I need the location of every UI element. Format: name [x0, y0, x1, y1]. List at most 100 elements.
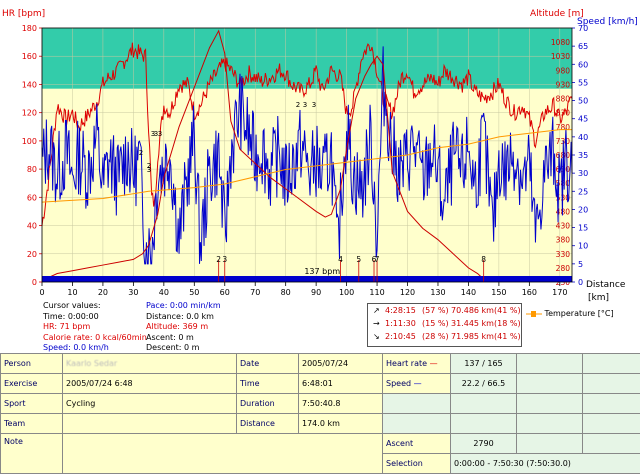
exercise-info-table: Person Kaarlo Sedar Date 2005/07/24 Hear…	[0, 353, 640, 474]
hr-tick-label: 0	[32, 278, 37, 287]
hr-tick-label: 60	[27, 193, 37, 202]
empty-cell	[517, 414, 583, 434]
hrm-chart[interactable]: 0102030405060708090100110120130140150160…	[0, 0, 640, 352]
stats-time: 2:10:45	[385, 332, 416, 341]
person-value[interactable]: Kaarlo Sedar	[63, 354, 237, 374]
speed-line-icon: —	[414, 379, 422, 388]
chart-area[interactable]: HR [bpm] Altitude [m] Speed [km/h] Dista…	[0, 0, 640, 352]
speed-tick-label: 15	[578, 224, 588, 233]
hr-tick-label: 20	[27, 250, 37, 259]
x-tick-label: 70	[250, 288, 260, 297]
altitude-tick-label: 430	[556, 222, 571, 231]
cursor-distance: Distance: 0.0 km	[146, 312, 221, 323]
altitude-tick-label: 280	[556, 264, 571, 273]
x-tick-label: 40	[159, 288, 169, 297]
empty-cell	[383, 394, 451, 414]
x-tick-label: 90	[311, 288, 321, 297]
time-value[interactable]: 6:48:01	[299, 374, 383, 394]
stats-dpct: (41 %)	[494, 306, 521, 315]
sport-value[interactable]: Cycling	[63, 394, 237, 414]
speed-label: Speed —	[383, 374, 451, 394]
empty-cell	[517, 434, 583, 454]
empty-cell	[517, 374, 583, 394]
stats-row-down: ↘ 2:10:45 (28 %) 71.985 km (41 %)	[368, 332, 521, 345]
hr-line-icon: —	[430, 359, 438, 368]
lap-marker-label: 7	[375, 255, 380, 264]
cursor-ascent: Ascent: 0 m	[146, 333, 221, 344]
speed-tick-label: 35	[578, 151, 588, 160]
range-label: 2	[139, 149, 143, 157]
x-tick-label: 160	[522, 288, 537, 297]
stats-row-flat: → 1:11:30 (15 %) 31.445 km (18 %)	[368, 319, 521, 332]
temperature-legend: Temperature [°C]	[526, 309, 614, 318]
temperature-legend-label: Temperature [°C]	[545, 309, 614, 318]
x-tick-label: 100	[339, 288, 354, 297]
cursor-calorie: Calorie rate: 0 kcal/60min	[43, 333, 147, 344]
cursor-descent: Descent: 0 m	[146, 343, 221, 354]
exercise-value[interactable]: 2005/07/24 6:48	[63, 374, 237, 394]
x-tick-label: 0	[39, 288, 44, 297]
speed-tick-label: 65	[578, 42, 588, 51]
speed-tick-label: 70	[578, 24, 588, 33]
altitude-tick-label: 1080	[551, 38, 570, 47]
altitude-tick-label: 930	[556, 80, 571, 89]
hr-label-text: Heart rate	[386, 359, 427, 368]
lap-marker-label: 2	[216, 255, 221, 264]
date-label: Date	[237, 354, 299, 374]
stats-pct: (15 %)	[422, 319, 449, 328]
altitude-tick-label: 330	[556, 250, 571, 259]
altitude-tick-label: 980	[556, 66, 571, 75]
cursor-altitude: Altitude: 369 m	[146, 322, 221, 333]
range-label: 3	[312, 101, 316, 109]
cursor-speed: Speed: 0.0 km/h	[43, 343, 147, 354]
stats-dist: 71.985 km	[451, 332, 494, 341]
x-tick-label: 80	[281, 288, 291, 297]
stats-time: 1:11:30	[385, 319, 416, 328]
hr-label: Heart rate —	[383, 354, 451, 374]
empty-cell	[451, 414, 517, 434]
empty-cell	[517, 394, 583, 414]
stats-row-up: ↗ 4:28:15 (57 %) 70.486 km (41 %)	[368, 306, 521, 319]
selection-value: 0:00:00 - 7:50:30 (7:50:30.0)	[451, 454, 640, 474]
stats-dpct: (18 %)	[494, 319, 521, 328]
lap-marker-label: 8	[481, 255, 486, 264]
x-tick-label: 120	[400, 288, 415, 297]
duration-value[interactable]: 7:50:40.8	[299, 394, 383, 414]
stats-dpct: (41 %)	[494, 332, 521, 341]
altitude-tick-label: 380	[556, 236, 571, 245]
altitude-stats-box: ↗ 4:28:15 (57 %) 70.486 km (41 %) → 1:11…	[367, 303, 522, 347]
cursor-bpm-label: 137 bpm	[304, 267, 340, 276]
arrow-up-icon: ↗	[373, 306, 380, 315]
arrow-right-icon: →	[373, 319, 380, 328]
empty-cell	[383, 414, 451, 434]
stats-dist: 31.445 km	[451, 319, 494, 328]
hr-tick-label: 100	[22, 137, 37, 146]
hr-tick-label: 180	[22, 24, 37, 33]
empty-cell	[583, 434, 640, 454]
time-label: Time	[237, 374, 299, 394]
speed-tick-label: 30	[578, 169, 588, 178]
speed-tick-label: 0	[578, 278, 583, 287]
empty-cell	[583, 354, 640, 374]
speed-tick-label: 45	[578, 115, 588, 124]
speed-label-text: Speed	[386, 379, 411, 388]
person-label: Person	[1, 354, 63, 374]
x-tick-label: 150	[491, 288, 506, 297]
stats-pct: (57 %)	[422, 306, 449, 315]
empty-cell	[583, 414, 640, 434]
stats-dist: 70.486 km	[451, 306, 494, 315]
arrow-down-icon: ↘	[373, 332, 380, 341]
x-tick-label: 140	[461, 288, 476, 297]
speed-tick-label: 25	[578, 187, 588, 196]
distance-label: Distance	[237, 414, 299, 434]
hr-tick-label: 40	[27, 222, 37, 231]
speed-tick-label: 60	[578, 60, 588, 69]
range-label: 2	[147, 162, 151, 170]
stats-time: 4:28:15	[385, 306, 416, 315]
date-value[interactable]: 2005/07/24	[299, 354, 383, 374]
hr-tick-label: 140	[22, 80, 37, 89]
cursor-hr: HR: 71 bpm	[43, 322, 147, 333]
team-value[interactable]	[63, 414, 237, 434]
distance-value[interactable]: 174.0 km	[299, 414, 383, 434]
selection-label: Selection	[383, 454, 451, 474]
